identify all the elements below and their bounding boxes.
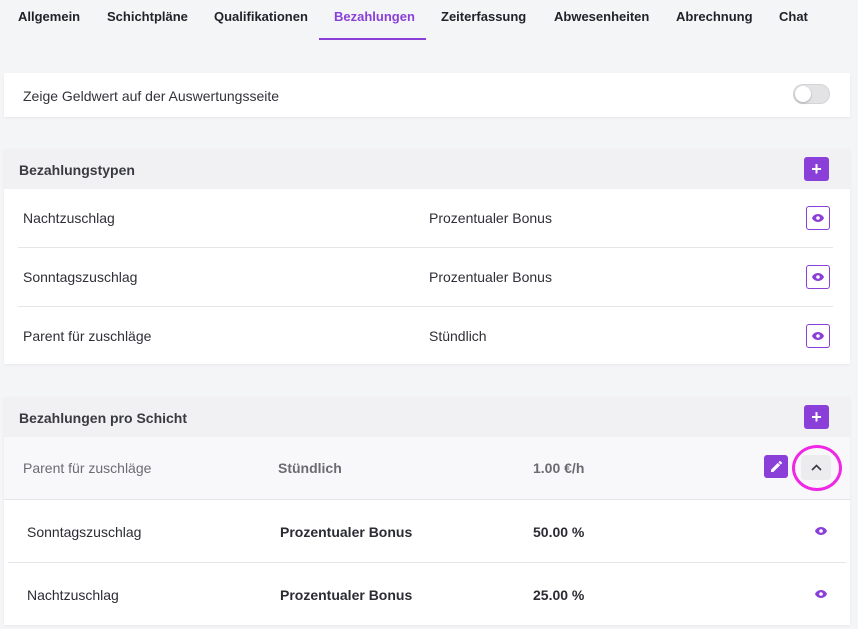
tab-zeiterfassung[interactable]: Zeiterfassung xyxy=(441,9,526,24)
tab-schichtplaene[interactable]: Schichtpläne xyxy=(107,9,188,24)
show-money-label: Zeige Geldwert auf der Auswertungsseite xyxy=(23,88,280,104)
payment-type-row: Nachtzuschlag Prozentualer Bonus xyxy=(18,189,833,248)
parent-payment-amount: 1.00 €/h xyxy=(533,460,585,476)
active-tab-indicator xyxy=(319,38,426,40)
child-payment-kind: Prozentualer Bonus xyxy=(280,587,413,603)
payment-types-title: Bezahlungstypen xyxy=(19,162,135,178)
highlight-ring xyxy=(792,445,842,491)
view-child-payment-button[interactable] xyxy=(814,588,828,600)
child-payment-amount: 50.00 % xyxy=(533,524,585,540)
shift-payments-card: Bezahlungen pro Schicht + Parent für zus… xyxy=(4,397,850,625)
toggle-knob xyxy=(795,86,811,102)
eye-icon xyxy=(815,590,827,598)
view-payment-type-button[interactable] xyxy=(806,206,830,230)
eye-icon xyxy=(815,527,827,535)
tab-qualifikationen[interactable]: Qualifikationen xyxy=(214,9,308,24)
shift-payments-header: Bezahlungen pro Schicht + xyxy=(4,397,850,437)
tab-bezahlungen[interactable]: Bezahlungen xyxy=(334,9,415,24)
child-payment-name: Nachtzuschlag xyxy=(27,587,119,603)
payment-type-name: Sonntagszuschlag xyxy=(23,269,138,285)
payment-type-kind: Prozentualer Bonus xyxy=(429,269,552,285)
child-payment-amount: 25.00 % xyxy=(533,587,585,603)
plus-icon: + xyxy=(811,159,822,179)
add-shift-payment-button[interactable]: + xyxy=(804,405,829,429)
tab-abrechnung[interactable]: Abrechnung xyxy=(676,9,753,24)
add-payment-type-button[interactable]: + xyxy=(804,157,829,181)
child-payment-row: Sonntagszuschlag Prozentualer Bonus 50.0… xyxy=(8,500,846,563)
view-child-payment-button[interactable] xyxy=(814,525,828,537)
tab-chat[interactable]: Chat xyxy=(779,9,808,24)
payment-type-name: Parent für zuschläge xyxy=(23,328,152,344)
payment-type-row: Parent für zuschläge Stündlich xyxy=(18,307,833,366)
tab-allgemein[interactable]: Allgemein xyxy=(18,9,80,24)
child-payment-row: Nachtzuschlag Prozentualer Bonus 25.00 % xyxy=(8,563,846,626)
eye-icon xyxy=(812,273,824,281)
payment-type-row: Sonntagszuschlag Prozentualer Bonus xyxy=(18,248,833,307)
child-payment-name: Sonntagszuschlag xyxy=(27,524,142,540)
payment-type-name: Nachtzuschlag xyxy=(23,210,115,226)
show-money-setting: Zeige Geldwert auf der Auswertungsseite xyxy=(4,73,850,117)
parent-payment-row: Parent für zuschläge Stündlich 1.00 €/h xyxy=(4,437,850,500)
payment-type-kind: Stündlich xyxy=(429,328,487,344)
top-tab-bar: Allgemein Schichtpläne Qualifikationen B… xyxy=(0,0,858,42)
payment-types-header: Bezahlungstypen + xyxy=(4,149,850,189)
pencil-icon xyxy=(770,461,782,472)
eye-icon xyxy=(812,214,824,222)
eye-icon xyxy=(812,332,824,340)
view-payment-type-button[interactable] xyxy=(806,324,830,348)
payment-type-kind: Prozentualer Bonus xyxy=(429,210,552,226)
tab-abwesenheiten[interactable]: Abwesenheiten xyxy=(554,9,649,24)
edit-payment-button[interactable] xyxy=(764,455,788,478)
view-payment-type-button[interactable] xyxy=(806,265,830,289)
parent-payment-kind: Stündlich xyxy=(278,460,342,476)
parent-payment-name: Parent für zuschläge xyxy=(23,460,152,476)
shift-payments-title: Bezahlungen pro Schicht xyxy=(19,410,188,426)
plus-icon: + xyxy=(811,407,822,427)
child-payment-kind: Prozentualer Bonus xyxy=(280,524,413,540)
payment-types-card: Bezahlungstypen + Nachtzuschlag Prozentu… xyxy=(4,149,850,364)
show-money-toggle[interactable] xyxy=(793,84,830,104)
